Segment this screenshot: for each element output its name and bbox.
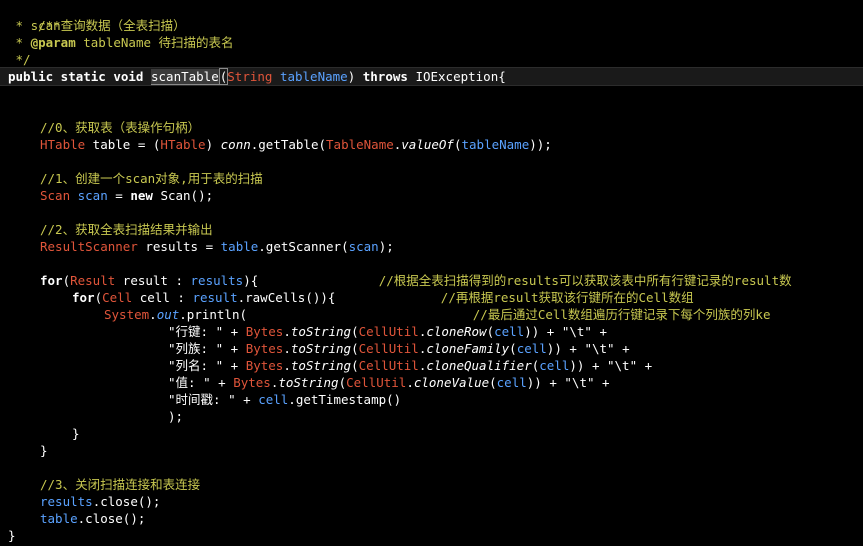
param-name: tableName <box>272 69 348 84</box>
code-line: } <box>8 528 16 543</box>
code-line: "值: " + Bytes.toString(CellUtil.cloneVal… <box>168 375 618 390</box>
javadoc-param-name: tableName <box>75 35 159 50</box>
code-line: */ <box>8 51 31 68</box>
current-line[interactable]: public static void scanTable(String tabl… <box>0 67 863 86</box>
code-editor[interactable]: /** * scan查询数据（全表扫描） * @param tableName … <box>0 0 863 546</box>
code-comment: //0、获取表（表操作句柄） <box>40 120 201 135</box>
code-line: results.close(); <box>40 494 161 509</box>
code-comment: //2、获取全表扫描结果并输出 <box>40 222 213 237</box>
code-line: System.out.println( //最后通过Cell数组遍历行键记录下每… <box>104 307 771 322</box>
code-line: "列族: " + Bytes.toString(CellUtil.cloneFa… <box>168 341 638 356</box>
method-modifiers: public static void <box>8 69 151 84</box>
javadoc-param-desc: 待扫描的表名 <box>158 35 234 50</box>
code-line: table.close(); <box>40 511 146 526</box>
javadoc-close: */ <box>8 52 31 67</box>
code-line: "行键: " + Bytes.toString(CellUtil.cloneRo… <box>168 324 615 339</box>
code-line: Scan scan = new Scan(); <box>40 188 214 203</box>
javadoc-param-tag: @param <box>30 35 76 50</box>
code-line: "列名: " + Bytes.toString(CellUtil.cloneQu… <box>168 358 660 373</box>
code-line: ResultScanner results = table.getScanner… <box>40 239 394 254</box>
code-line: * @param tableName 待扫描的表名 <box>8 35 234 50</box>
param-type: String <box>227 69 273 84</box>
method-name[interactable]: scanTable <box>151 69 219 85</box>
throws-keyword: throws <box>362 69 416 84</box>
code-line: HTable table = (HTable) conn.getTable(Ta… <box>40 137 552 152</box>
code-line: * scan查询数据（全表扫描） <box>8 18 186 33</box>
code-line: for(Cell cell : result.rawCells()){ //再根… <box>72 290 694 305</box>
code-line: /** <box>8 0 61 33</box>
code-line: "时间戳: " + cell.getTimestamp() <box>168 392 402 407</box>
javadoc-summary: scan查询数据（全表扫描） <box>30 18 186 33</box>
code-line: ); <box>168 409 184 424</box>
code-comment: //1、创建一个scan对象,用于表的扫描 <box>40 171 263 186</box>
exception-type: IOException{ <box>415 69 506 84</box>
code-line: } <box>72 426 80 441</box>
code-line: } <box>40 443 48 458</box>
code-comment: //3、关闭扫描连接和表连接 <box>40 477 201 492</box>
code-line: for(Result result : results){ //根据全表扫描得到… <box>40 273 792 288</box>
